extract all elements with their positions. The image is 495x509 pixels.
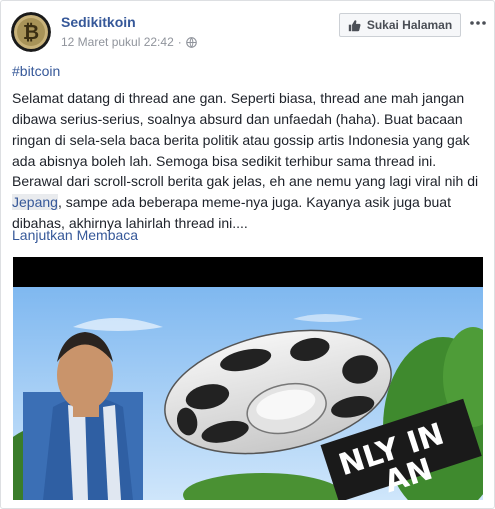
page-name-link[interactable]: Sedikitkoin bbox=[61, 14, 136, 30]
post-timestamp[interactable]: 12 Maret pukul 22:42 bbox=[61, 35, 174, 49]
globe-icon bbox=[185, 36, 197, 48]
paragraph-2-start: Berawal dari scroll-scroll berita gak je… bbox=[12, 173, 479, 189]
like-page-label: Sukai Halaman bbox=[366, 18, 453, 32]
bitcoin-icon: ₿ bbox=[23, 20, 39, 44]
meta-separator: · bbox=[177, 35, 182, 49]
post-image[interactable]: NLY IN AN bbox=[13, 257, 483, 500]
ufo-meme-image: NLY IN AN bbox=[13, 257, 483, 500]
page-avatar[interactable]: ₿ bbox=[11, 12, 51, 52]
like-page-button[interactable]: Sukai Halaman bbox=[339, 13, 461, 37]
post-meta: 12 Maret pukul 22:42 · bbox=[61, 35, 197, 49]
read-more-link[interactable]: Lanjutkan Membaca bbox=[12, 225, 486, 246]
hashtag-link[interactable]: #bitcoin bbox=[12, 61, 486, 82]
post-card: ₿ Sedikitkoin 12 Maret pukul 22:42 · Suk… bbox=[0, 0, 495, 509]
thumbs-up-icon bbox=[348, 19, 361, 31]
jepang-link[interactable]: Jepang bbox=[12, 194, 58, 210]
more-options-button[interactable] bbox=[468, 13, 488, 33]
post-paragraph-1: Selamat datang di thread ane gan. Sepert… bbox=[12, 90, 470, 169]
more-options-icon bbox=[470, 21, 486, 25]
